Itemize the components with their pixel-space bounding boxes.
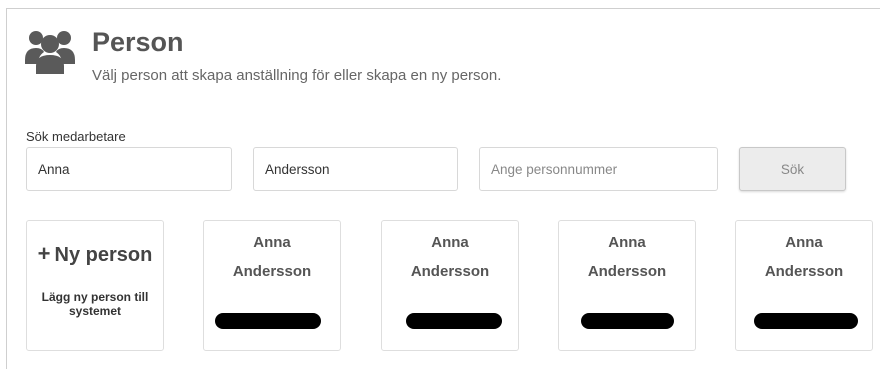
person-card[interactable]: Anna Andersson (381, 220, 519, 351)
search-button[interactable]: Sök (739, 147, 846, 191)
redaction-bar (406, 313, 502, 329)
person-first-name: Anna (253, 234, 291, 251)
redaction-bar (581, 313, 674, 329)
redaction-bar (215, 313, 321, 329)
new-person-description: Lägg ny person till systemet (41, 290, 149, 318)
new-person-label: Ny person (54, 244, 153, 266)
new-person-title: + Ny person (27, 241, 163, 267)
first-name-input[interactable] (26, 147, 232, 191)
plus-icon: + (37, 241, 51, 266)
new-person-card[interactable]: + Ny person Lägg ny person till systemet (26, 220, 164, 351)
person-first-name: Anna (608, 234, 646, 251)
redaction-bar (754, 313, 858, 329)
page-subtitle: Välj person att skapa anställning för el… (92, 67, 502, 84)
person-card[interactable]: Anna Andersson (558, 220, 696, 351)
person-card[interactable]: Anna Andersson (735, 220, 873, 351)
person-first-name: Anna (785, 234, 823, 251)
person-first-name: Anna (431, 234, 469, 251)
person-last-name: Andersson (764, 263, 844, 280)
person-last-name: Andersson (410, 263, 490, 280)
last-name-input[interactable] (253, 147, 458, 191)
users-icon (25, 31, 75, 74)
person-last-name: Andersson (587, 263, 667, 280)
person-last-name: Andersson (232, 263, 312, 280)
person-card[interactable]: Anna Andersson (203, 220, 341, 351)
personnummer-input[interactable] (479, 147, 718, 191)
search-label: Sök medarbetare (26, 129, 126, 144)
page-title: Person (92, 27, 184, 57)
